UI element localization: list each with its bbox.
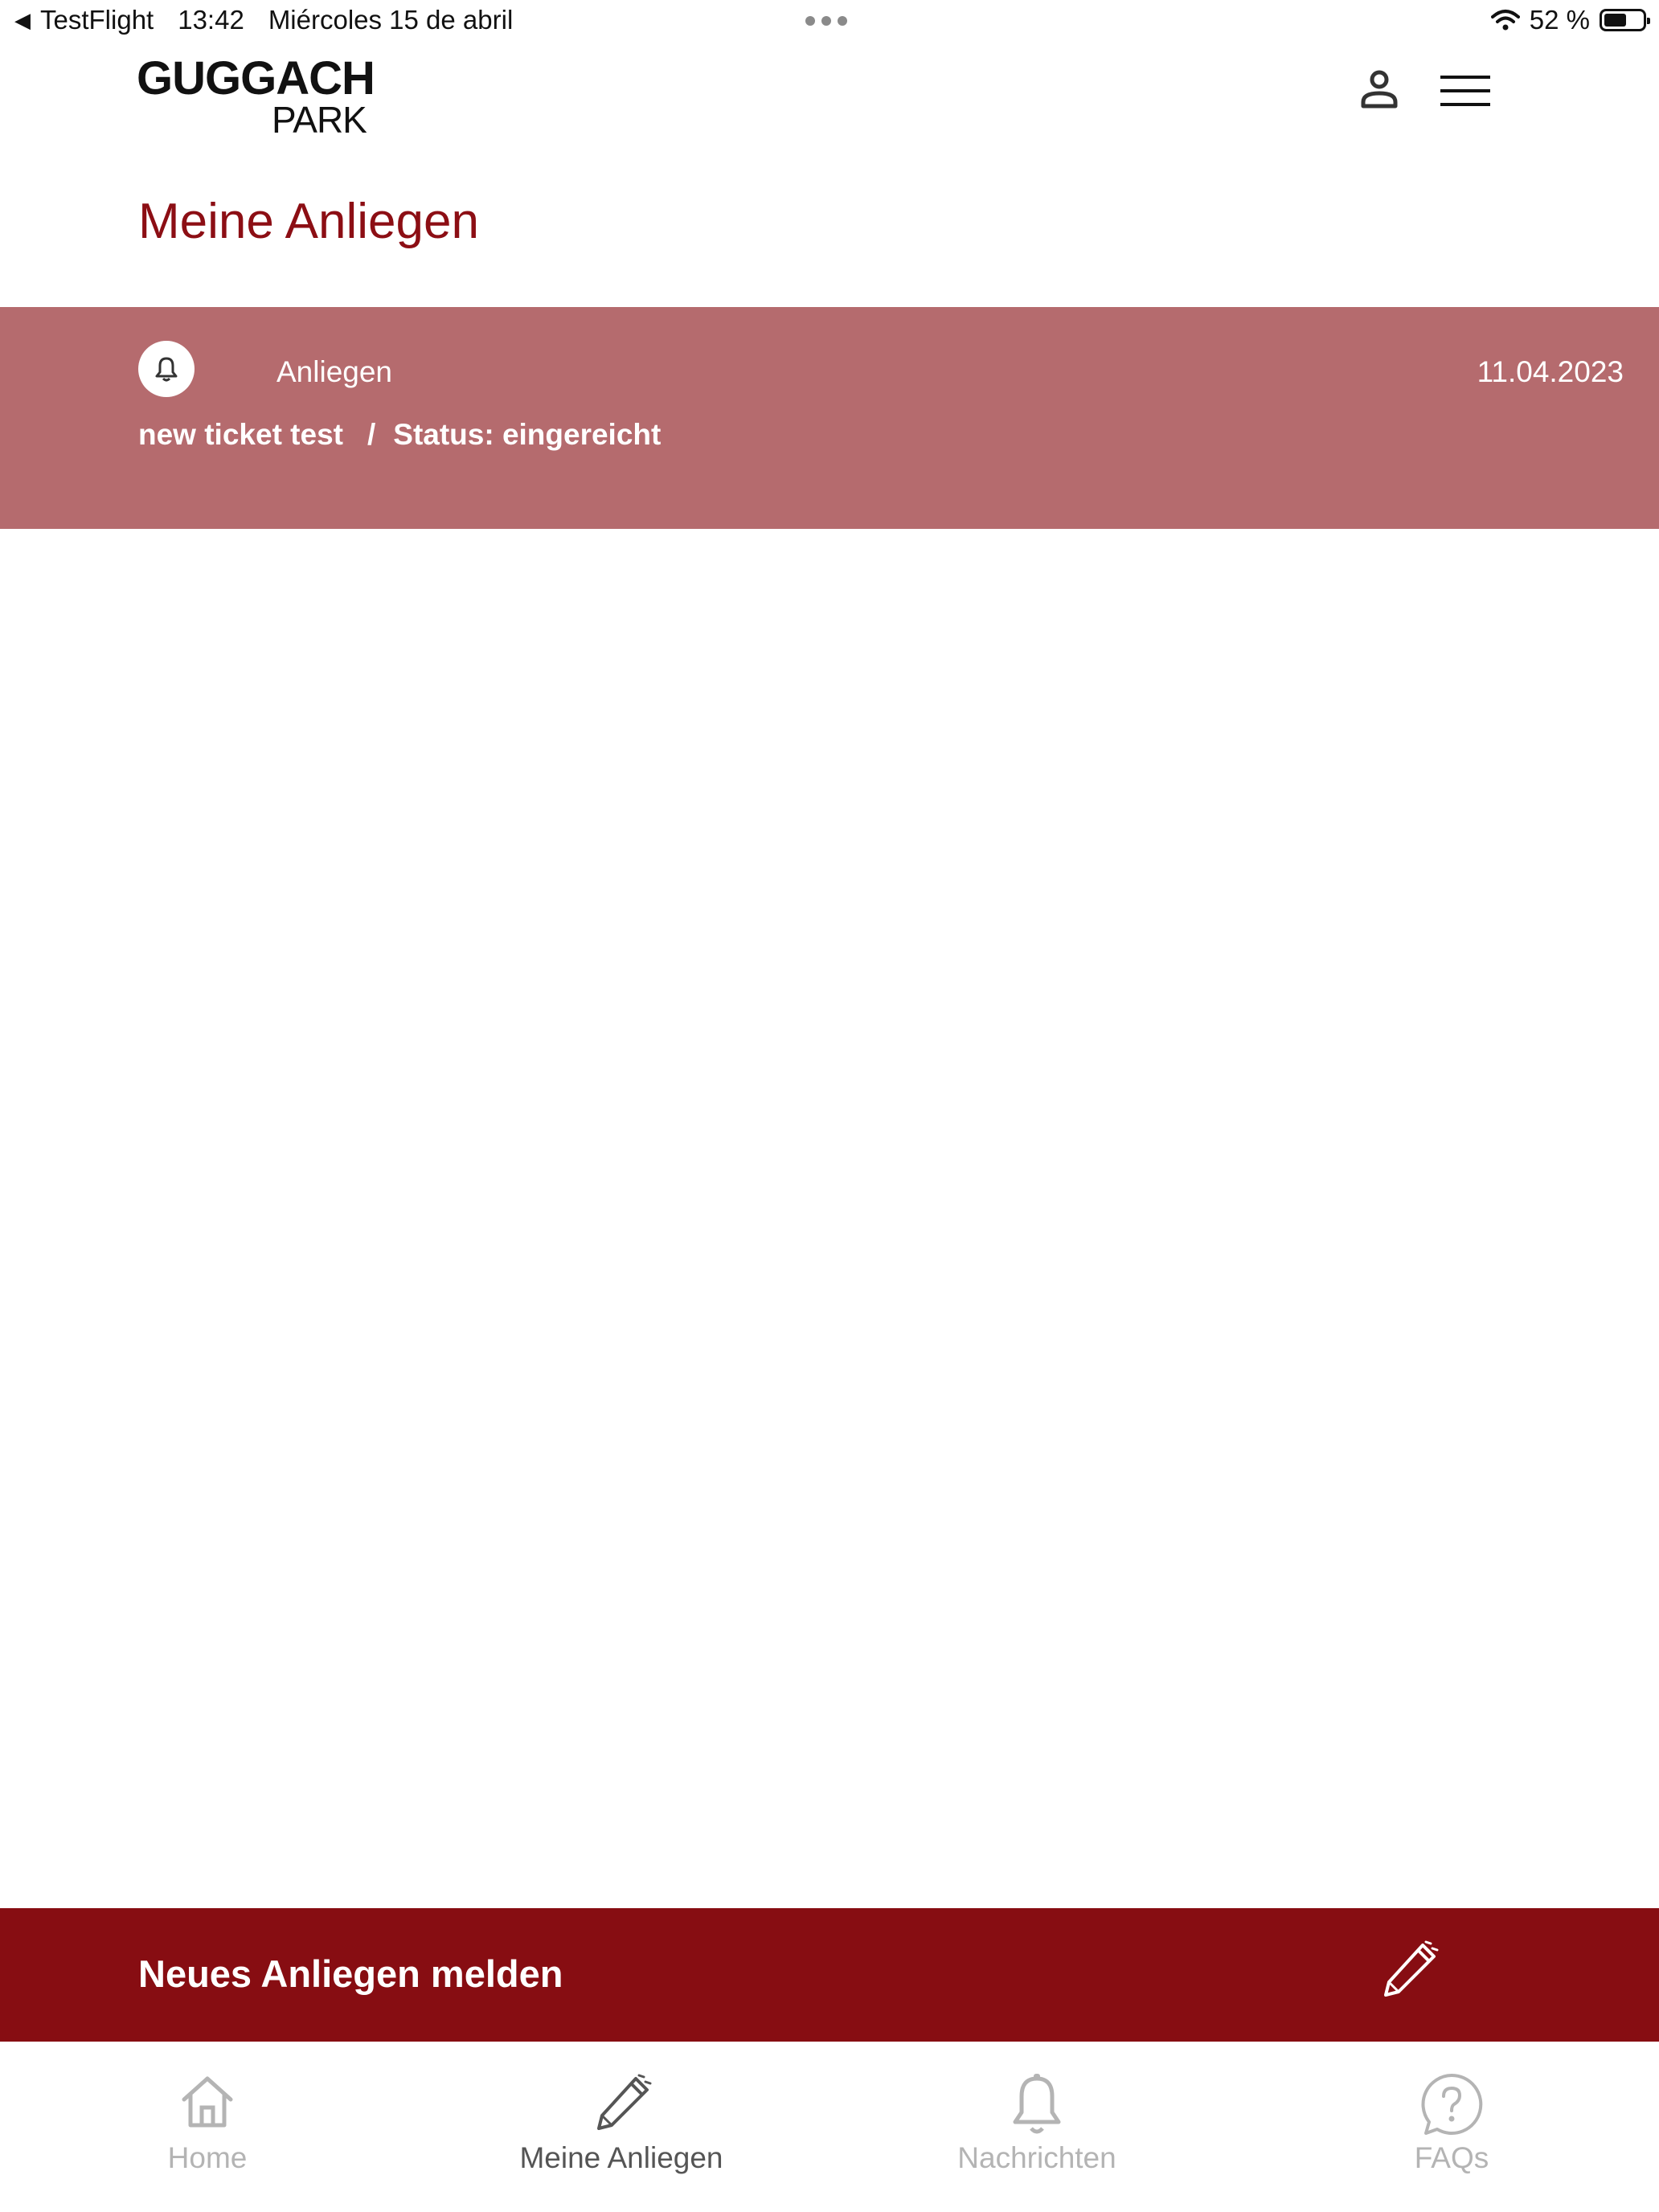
ticket-summary: new ticket test / Status: eingereicht — [138, 418, 661, 452]
back-arrow-icon[interactable]: ◀ — [14, 8, 31, 33]
tab-faqs[interactable]: FAQs — [1291, 2042, 1612, 2212]
new-request-label: Neues Anliegen melden — [138, 1952, 563, 1995]
battery-percent: 52 % — [1529, 5, 1590, 35]
logo-line1: GUGGACH — [137, 52, 375, 104]
bell-icon — [155, 357, 178, 382]
pencil-icon — [597, 2074, 652, 2130]
tab-home-label: Home — [167, 2141, 248, 2174]
tab-home[interactable]: Home — [47, 2042, 368, 2212]
tab-bar: Home Meine Anliegen Nachrichten FAQs — [0, 2042, 1659, 2212]
ticket-list-item[interactable]: Anliegen 11.04.2023 new ticket test / Stat… — [0, 307, 1659, 529]
ticket-type-badge — [138, 341, 195, 397]
home-icon — [182, 2076, 233, 2128]
status-bar: ◀ TestFlight 13:42 Miércoles 15 de abril… — [0, 0, 1659, 42]
ticket-date: 11.04.2023 — [1477, 355, 1624, 388]
back-app-label[interactable]: TestFlight — [40, 5, 154, 35]
app-header: GUGGACH PARK — [0, 42, 1659, 154]
tab-meine-anliegen[interactable]: Meine Anliegen — [461, 2042, 782, 2212]
new-request-button[interactable]: Neues Anliegen melden — [0, 1908, 1659, 2042]
pencil-icon — [1384, 1940, 1439, 1997]
multitasking-dots-icon[interactable] — [805, 16, 847, 26]
ticket-separator: / — [367, 418, 376, 451]
page-title: Meine Anliegen — [138, 194, 479, 249]
tab-meine-anliegen-label: Meine Anliegen — [519, 2141, 723, 2174]
status-date: Miércoles 15 de abril — [268, 5, 514, 35]
ticket-type: Anliegen — [276, 355, 393, 388]
ticket-subject: new ticket test — [138, 418, 343, 451]
status-time: 13:42 — [178, 5, 244, 35]
user-icon[interactable] — [1357, 66, 1402, 111]
status-bar-left: ◀ TestFlight 13:42 Miércoles 15 de abril — [14, 5, 513, 35]
question-bubble-icon — [1421, 2073, 1483, 2135]
logo-line2: PARK — [272, 99, 367, 141]
tab-faqs-label: FAQs — [1414, 2141, 1489, 2174]
ticket-status: Status: eingereicht — [393, 418, 662, 451]
status-bar-right: 52 % — [1490, 5, 1650, 35]
bell-icon — [1013, 2074, 1061, 2134]
hamburger-menu-icon[interactable] — [1439, 72, 1492, 109]
tab-nachrichten-label: Nachrichten — [957, 2141, 1116, 2174]
tab-nachrichten[interactable]: Nachrichten — [876, 2042, 1198, 2212]
battery-icon — [1600, 9, 1650, 31]
logo[interactable]: GUGGACH PARK — [137, 53, 375, 141]
wifi-icon — [1490, 10, 1520, 31]
